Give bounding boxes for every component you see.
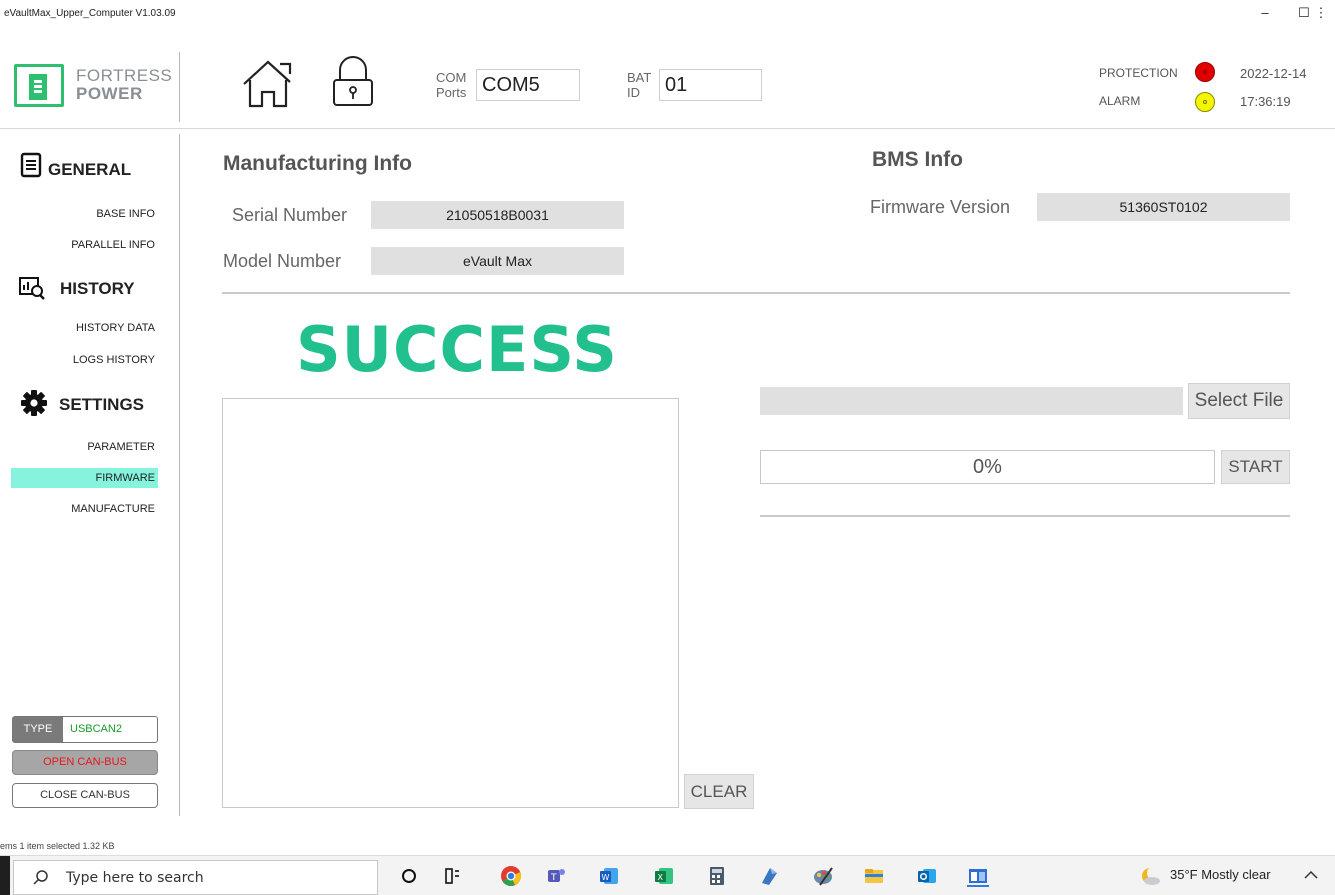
- sidebar-item-firmware[interactable]: FIRMWARE: [11, 468, 158, 488]
- logo-text-top: FORTRESS: [76, 66, 173, 85]
- app-icon[interactable]: [758, 865, 780, 887]
- firmware-version-value: 51360ST0102: [1037, 193, 1290, 221]
- chevron-up-icon[interactable]: [1302, 866, 1320, 884]
- info-divider: [222, 292, 1290, 294]
- task-view-icon[interactable]: [441, 865, 463, 887]
- taskbar-search-box[interactable]: Type here to search: [13, 860, 378, 895]
- search-icon: [32, 869, 50, 887]
- com-port-field[interactable]: COM5: [476, 69, 580, 101]
- weather-moon-icon[interactable]: [1140, 865, 1164, 887]
- header-divider: [179, 52, 180, 122]
- model-number-label: Model Number: [223, 251, 342, 271]
- home-icon[interactable]: [240, 58, 296, 110]
- model-number-value: eVault Max: [371, 247, 624, 275]
- search-placeholder: Type here to search: [66, 870, 204, 886]
- svg-text:T: T: [550, 873, 557, 883]
- alarm-label: ALARM: [1099, 94, 1141, 108]
- open-can-bus-button[interactable]: OPEN CAN-BUS: [12, 750, 158, 775]
- select-file-button[interactable]: Select File: [1188, 383, 1290, 419]
- app-window-icon[interactable]: [967, 865, 989, 887]
- time-display: 17:36:19: [1240, 94, 1291, 109]
- app-window: eVaultMax_Upper_Computer V1.03.09 – ☐ ⋮ …: [0, 0, 1335, 895]
- svg-text:W: W: [602, 873, 610, 882]
- bat-id-label-2: ID: [627, 85, 640, 100]
- window-title: eVaultMax_Upper_Computer V1.03.09: [4, 8, 176, 19]
- com-ports-label-2: Ports: [436, 85, 467, 100]
- can-type-label: TYPE: [13, 717, 63, 742]
- protection-indicator-icon: [1195, 62, 1215, 82]
- logo-text-bottom: POWER: [76, 84, 143, 103]
- close-can-bus-button[interactable]: CLOSE CAN-BUS: [12, 783, 158, 808]
- can-type-value[interactable]: USBCAN2: [70, 717, 122, 742]
- sidebar-item-parameter[interactable]: PARAMETER: [8, 437, 158, 457]
- gear-icon: [20, 389, 48, 417]
- explorer-status-strip: ems 1 item selected 1.32 KB: [0, 841, 115, 851]
- svg-text:X: X: [658, 873, 664, 882]
- bat-id-field[interactable]: 01: [659, 69, 762, 101]
- outlook-icon[interactable]: [916, 865, 938, 887]
- clear-button[interactable]: CLEAR: [684, 774, 754, 809]
- sidebar-divider: [179, 134, 180, 816]
- file-explorer-icon[interactable]: [863, 865, 885, 887]
- document-icon: [20, 152, 42, 178]
- nav-section-settings[interactable]: SETTINGS: [59, 395, 144, 415]
- close-button[interactable]: ⋮: [1310, 2, 1332, 26]
- progress-divider: [760, 515, 1290, 517]
- paint-icon[interactable]: [812, 865, 834, 887]
- firmware-progress-bar: 0%: [760, 450, 1215, 484]
- calculator-icon[interactable]: [706, 865, 728, 887]
- teams-icon[interactable]: T: [545, 865, 567, 887]
- nav-section-general[interactable]: GENERAL: [48, 160, 131, 180]
- start-button[interactable]: [0, 856, 10, 895]
- protection-label: PROTECTION: [1099, 66, 1178, 80]
- firmware-log-textarea[interactable]: [222, 398, 679, 808]
- serial-number-value: 21050518B0031: [371, 201, 624, 229]
- bat-id-label-1: BAT: [627, 70, 652, 85]
- update-status-text: SUCCESS: [296, 313, 618, 386]
- firmware-version-label: Firmware Version: [870, 197, 1011, 217]
- history-chart-icon: [18, 276, 46, 300]
- battery-logo-icon: [29, 74, 47, 100]
- can-type-selector[interactable]: TYPE USBCAN2: [12, 716, 158, 743]
- lock-icon[interactable]: [330, 56, 376, 108]
- nav-section-history[interactable]: HISTORY: [60, 279, 135, 299]
- date-display: 2022-12-14: [1240, 66, 1307, 81]
- sidebar-item-logs-history[interactable]: LOGS HISTORY: [8, 350, 158, 370]
- sidebar-item-manufacture[interactable]: MANUFACTURE: [8, 499, 158, 519]
- start-button[interactable]: START: [1221, 450, 1290, 484]
- taskbar: Type here to search T W X 35°F Mostly cl…: [0, 855, 1335, 895]
- sidebar-item-history-data[interactable]: HISTORY DATA: [8, 318, 158, 338]
- word-icon[interactable]: W: [598, 865, 620, 887]
- minimize-button[interactable]: –: [1250, 2, 1280, 26]
- sidebar-item-parallel-info[interactable]: PARALLEL INFO: [8, 235, 158, 255]
- com-ports-label-1: COM: [436, 70, 467, 85]
- header-bottom-divider: [0, 128, 1335, 129]
- weather-text[interactable]: 35°F Mostly clear: [1170, 867, 1271, 882]
- serial-number-label: Serial Number: [232, 205, 348, 225]
- chrome-icon[interactable]: [500, 865, 522, 887]
- cortana-icon[interactable]: [398, 865, 420, 887]
- manufacturing-info-title: Manufacturing Info: [223, 152, 412, 175]
- bms-info-title: BMS Info: [872, 148, 963, 171]
- file-path-field[interactable]: [760, 387, 1183, 415]
- alarm-indicator-icon: [1195, 92, 1215, 112]
- excel-icon[interactable]: X: [653, 865, 675, 887]
- progress-text: 0%: [973, 456, 1002, 478]
- sidebar-item-base-info[interactable]: BASE INFO: [8, 204, 158, 224]
